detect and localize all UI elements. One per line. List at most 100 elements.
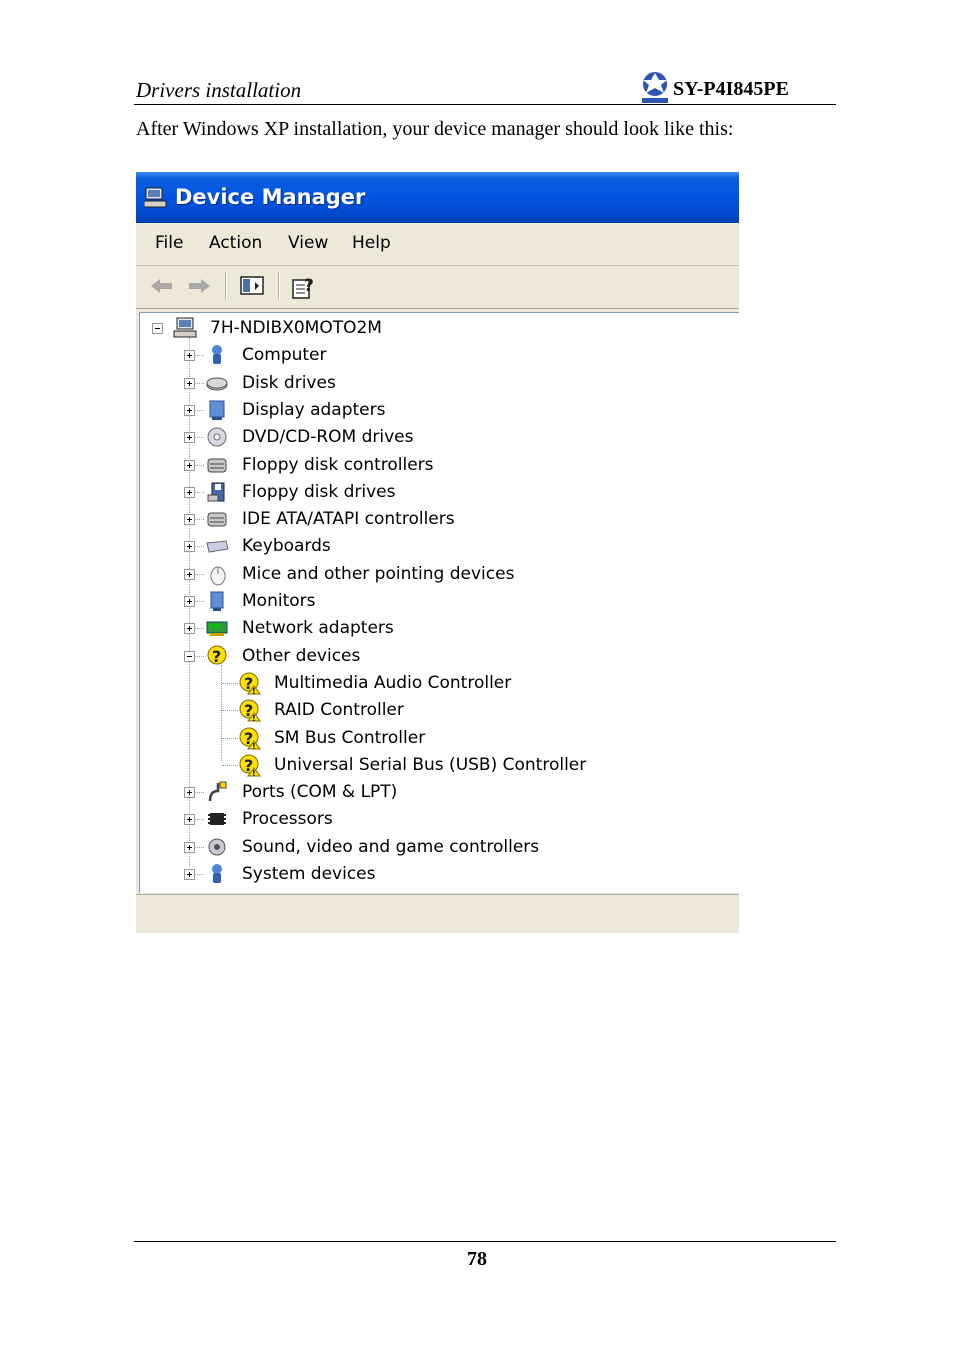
tree-item-display-adapters[interactable]: Display adapters (140, 397, 730, 423)
tree-item-label: Other devices (242, 645, 361, 666)
tree-item-keyboards[interactable]: Keyboards (140, 533, 730, 559)
expand-toggle[interactable] (184, 568, 195, 580)
expand-toggle[interactable] (184, 377, 195, 389)
toolbar-separator (278, 272, 280, 300)
model-name: SY-P4I845PE (673, 78, 789, 100)
warning-device-icon: ?! (239, 672, 261, 696)
floppy-icon (207, 482, 225, 502)
tree-item-label: Processors (242, 809, 333, 830)
expand-toggle[interactable] (184, 432, 195, 444)
network-icon (206, 621, 228, 637)
expand-toggle[interactable] (184, 787, 195, 799)
intro-text: After Windows XP installation, your devi… (136, 118, 734, 140)
controller-icon (207, 512, 227, 527)
computer-root-icon (173, 317, 197, 338)
toolbar: ? (136, 266, 739, 309)
back-arrow-icon[interactable] (149, 274, 175, 298)
tree-connector (222, 682, 238, 684)
tree-item-label: Sound, video and game controllers (242, 836, 540, 857)
tree-item-label: Floppy disk controllers (242, 454, 434, 475)
expand-toggle[interactable] (184, 596, 195, 607)
forward-arrow-icon[interactable] (186, 274, 212, 298)
expand-toggle[interactable] (184, 623, 195, 635)
tree-item-ide-ata-atapi-controllers[interactable]: IDE ATA/ATAPI controllers (140, 506, 730, 532)
warning-device-icon: ?! (239, 754, 261, 778)
tree-item-label: Disk drives (242, 372, 336, 393)
soyo-logo (642, 72, 668, 103)
expand-toggle[interactable] (184, 404, 195, 416)
status-bar (136, 894, 739, 933)
tree-item-label: Network adapters (242, 618, 394, 639)
expand-toggle[interactable] (184, 541, 195, 553)
warning-device-icon: ?! (239, 699, 261, 723)
tree-child-label: RAID Controller (274, 700, 404, 721)
tree-item-network-adapters[interactable]: Network adapters (140, 615, 730, 641)
collapse-toggle[interactable] (184, 650, 195, 662)
tree-item-system-devices[interactable]: System devices (140, 861, 730, 887)
tree-item-label: Floppy disk drives (242, 481, 396, 502)
tree-item-ports-com-lpt[interactable]: Ports (COM & LPT) (140, 779, 730, 805)
expand-toggle[interactable] (184, 514, 195, 526)
device-tree: 7H-NDIBX0MOTO2M Computer Disk drives Displ… (139, 312, 739, 893)
tree-item-disk-drives[interactable]: Disk drives (140, 370, 730, 396)
tree-connector (222, 764, 238, 766)
header-rule (134, 104, 836, 105)
tree-item-label: Ports (COM & LPT) (242, 782, 398, 803)
svg-text:!: ! (252, 769, 256, 778)
mouse-icon (210, 566, 226, 586)
expand-toggle[interactable] (184, 350, 195, 362)
window-title: Device Manager (175, 185, 366, 209)
tree-item-floppy-disk-controllers[interactable]: Floppy disk controllers (140, 452, 730, 478)
tree-item-label: Display adapters (242, 399, 386, 420)
collapse-toggle[interactable] (152, 323, 163, 334)
expand-toggle[interactable] (184, 486, 195, 498)
disk-drive-icon (206, 377, 228, 391)
tree-root[interactable]: 7H-NDIBX0MOTO2M (140, 315, 730, 341)
warning-device-icon: ?! (239, 727, 261, 751)
tree-item-label: Computer (242, 345, 327, 366)
processor-icon (208, 813, 226, 826)
cdrom-icon (207, 427, 227, 447)
tree-item-computer[interactable]: Computer (140, 342, 730, 368)
keyboard-icon (206, 540, 229, 553)
svg-text:?: ? (304, 276, 314, 296)
monitor-icon (210, 591, 224, 611)
expand-toggle[interactable] (184, 814, 195, 826)
tree-item-processors[interactable]: Processors (140, 806, 730, 832)
root-label: 7H-NDIBX0MOTO2M (210, 318, 382, 338)
tree-item-other-devices[interactable]: ? Other devices (140, 643, 730, 669)
tree-item-label: System devices (242, 864, 376, 884)
expand-toggle[interactable] (184, 841, 195, 853)
menu-view[interactable]: View (288, 233, 328, 253)
properties-icon[interactable]: ? (291, 274, 319, 300)
tree-item-label: Mice and other pointing devices (242, 563, 515, 584)
computer-icon (212, 345, 222, 365)
title-bar[interactable]: Device Manager (136, 172, 739, 223)
show-hide-tree-icon[interactable] (239, 274, 265, 298)
svg-text:!: ! (252, 742, 256, 751)
tree-child-universal-serial-bus-usb-controller[interactable]: ?! Universal Serial Bus (USB) Controller (140, 752, 730, 778)
controller-icon (207, 458, 227, 472)
tree-child-label: SM Bus Controller (274, 727, 426, 748)
expand-toggle[interactable] (184, 459, 195, 471)
tree-item-floppy-disk-drives[interactable]: Floppy disk drives (140, 479, 730, 505)
menu-file[interactable]: File (155, 233, 183, 253)
tree-child-multimedia-audio-controller[interactable]: ?! Multimedia Audio Controller (140, 670, 730, 696)
tree-item-mice-and-other-pointing-devices[interactable]: Mice and other pointing devices (140, 561, 730, 587)
tree-child-raid-controller[interactable]: ?! RAID Controller (140, 697, 730, 723)
tree-item-monitors[interactable]: Monitors (140, 588, 730, 614)
tree-connector (222, 737, 238, 739)
tree-item-sound-video-and-game-controllers[interactable]: Sound, video and game controllers (140, 834, 730, 860)
device-manager-window: Device Manager File Action View Help ? 7… (136, 172, 739, 933)
expand-toggle[interactable] (184, 869, 195, 880)
page-number: 78 (467, 1248, 487, 1270)
tree-item-dvd-cd-rom-drives[interactable]: DVD/CD-ROM drives (140, 424, 730, 450)
device-manager-icon (144, 187, 167, 208)
tree-child-sm-bus-controller[interactable]: ?! SM Bus Controller (140, 725, 730, 751)
tree-item-label: IDE ATA/ATAPI controllers (242, 509, 455, 530)
tree-connector (222, 710, 238, 712)
tree-child-label: Multimedia Audio Controller (274, 672, 512, 693)
port-icon (208, 781, 227, 802)
menu-help[interactable]: Help (352, 233, 391, 253)
menu-action[interactable]: Action (209, 233, 262, 253)
